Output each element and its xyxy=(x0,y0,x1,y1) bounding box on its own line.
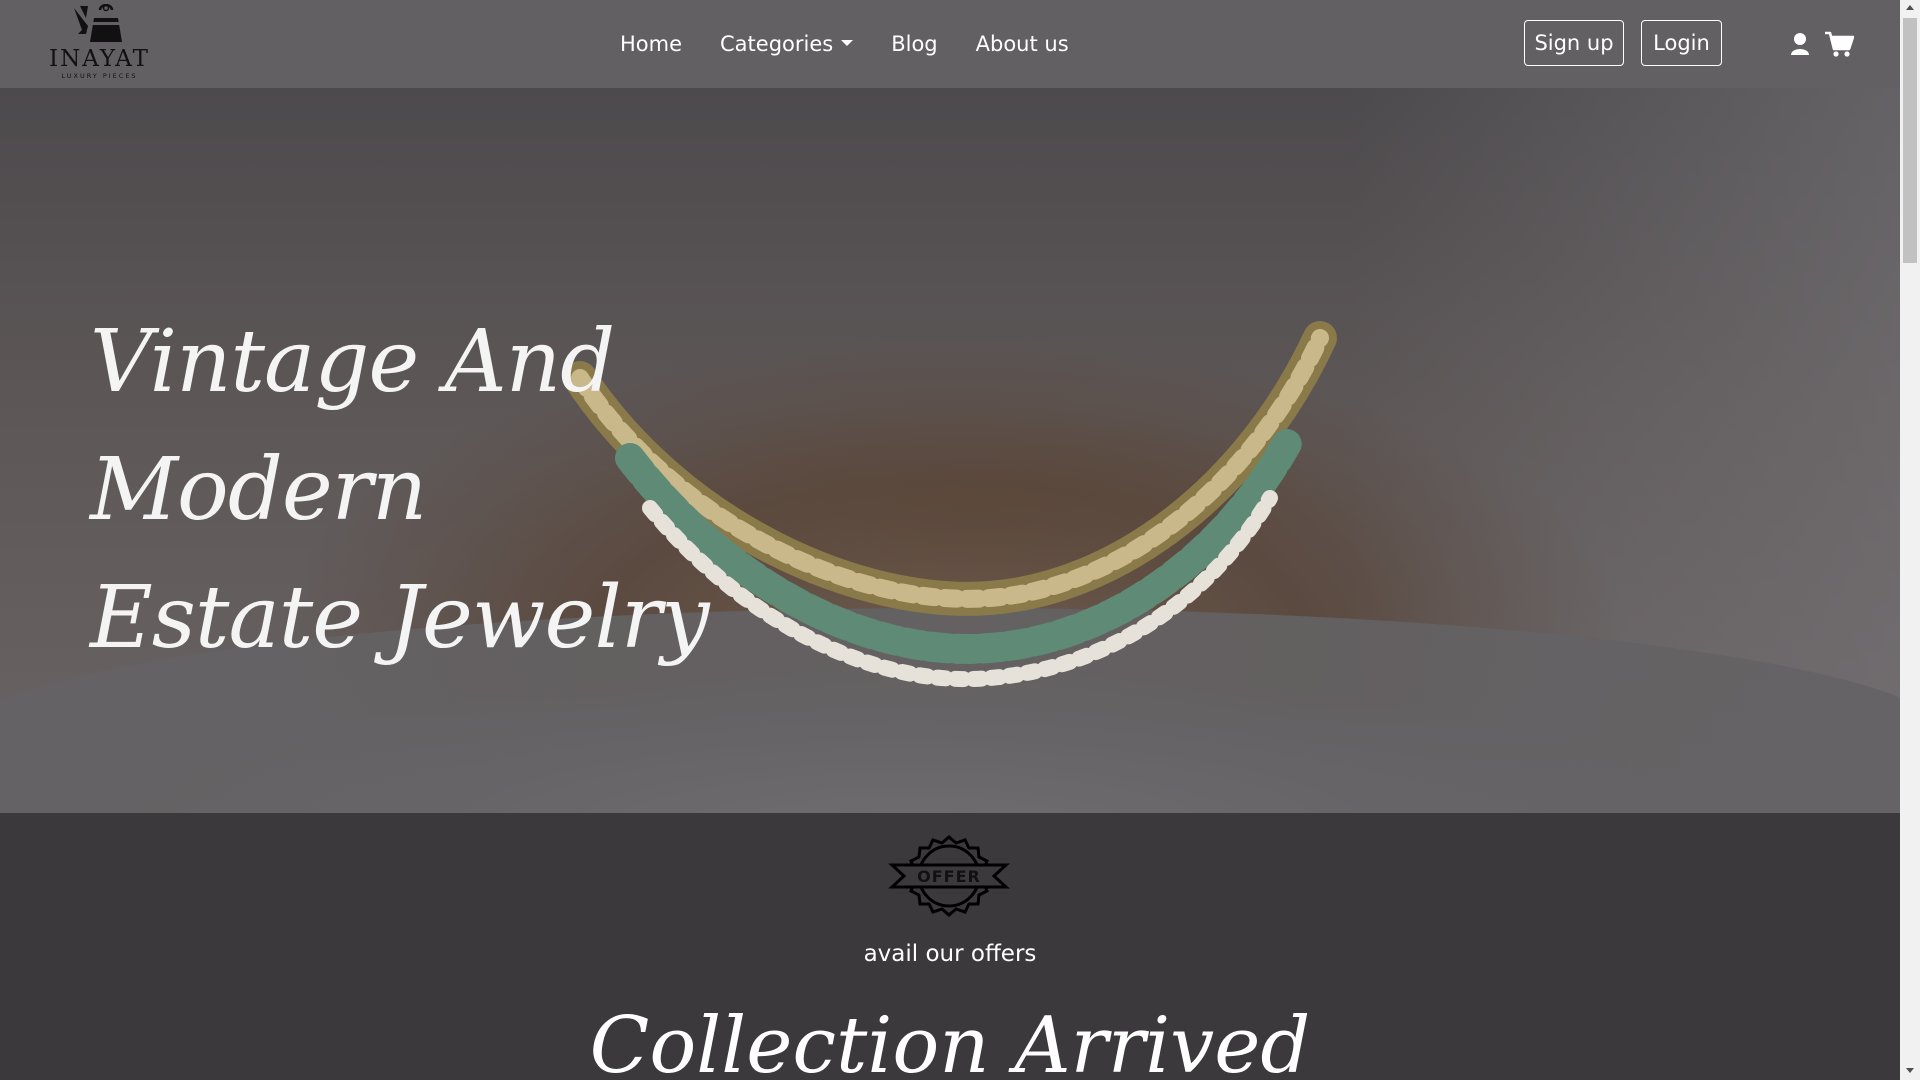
hero-title-line-1: Vintage And xyxy=(90,312,615,412)
hero-title-line-2: Modern xyxy=(90,440,427,540)
scroll-down-arrow-icon[interactable] xyxy=(1906,1068,1914,1073)
nav-categories-label: Categories xyxy=(720,32,834,56)
nav-home[interactable]: Home xyxy=(620,32,682,56)
offer-badge-text: OFFER xyxy=(917,867,981,886)
main-nav: Home Categories Blog About us xyxy=(620,26,1107,62)
scrollbar-thumb[interactable] xyxy=(1903,18,1917,263)
chevron-down-icon xyxy=(841,40,854,46)
nav-blog[interactable]: Blog xyxy=(891,32,937,56)
page-scrollbar[interactable] xyxy=(1900,0,1920,1080)
collection-title: Collection Arrived xyxy=(589,1001,1311,1080)
hero-title-line-3: Estate Jewelry xyxy=(90,568,710,668)
offer-badge-icon[interactable]: OFFER xyxy=(886,825,1012,927)
cart-icon[interactable] xyxy=(1824,30,1854,58)
login-button[interactable]: Login xyxy=(1641,20,1722,66)
user-icon[interactable] xyxy=(1790,32,1810,56)
brand-name: INAYAT xyxy=(49,46,150,72)
logo-bag-icon xyxy=(74,4,122,42)
nav-categories-dropdown[interactable]: Categories xyxy=(720,32,854,56)
signup-button[interactable]: Sign up xyxy=(1524,20,1624,66)
brand-logo[interactable]: INAYAT LUXURY PIECES xyxy=(42,4,157,82)
scroll-up-arrow-icon[interactable] xyxy=(1906,5,1914,10)
offer-section: OFFER avail our offers Collection Arrive… xyxy=(0,813,1900,1080)
hero-title: Vintage And Modern Estate Jewelry xyxy=(90,298,710,682)
page: INAYAT LUXURY PIECES Home Categories Blo… xyxy=(0,0,1900,1080)
offer-caption: avail our offers xyxy=(863,941,1037,967)
navbar: INAYAT LUXURY PIECES Home Categories Blo… xyxy=(0,0,1900,88)
hero-banner: Vintage And Modern Estate Jewelry xyxy=(0,88,1900,813)
brand-tagline: LUXURY PIECES xyxy=(61,72,138,80)
nav-about-us[interactable]: About us xyxy=(976,32,1069,56)
